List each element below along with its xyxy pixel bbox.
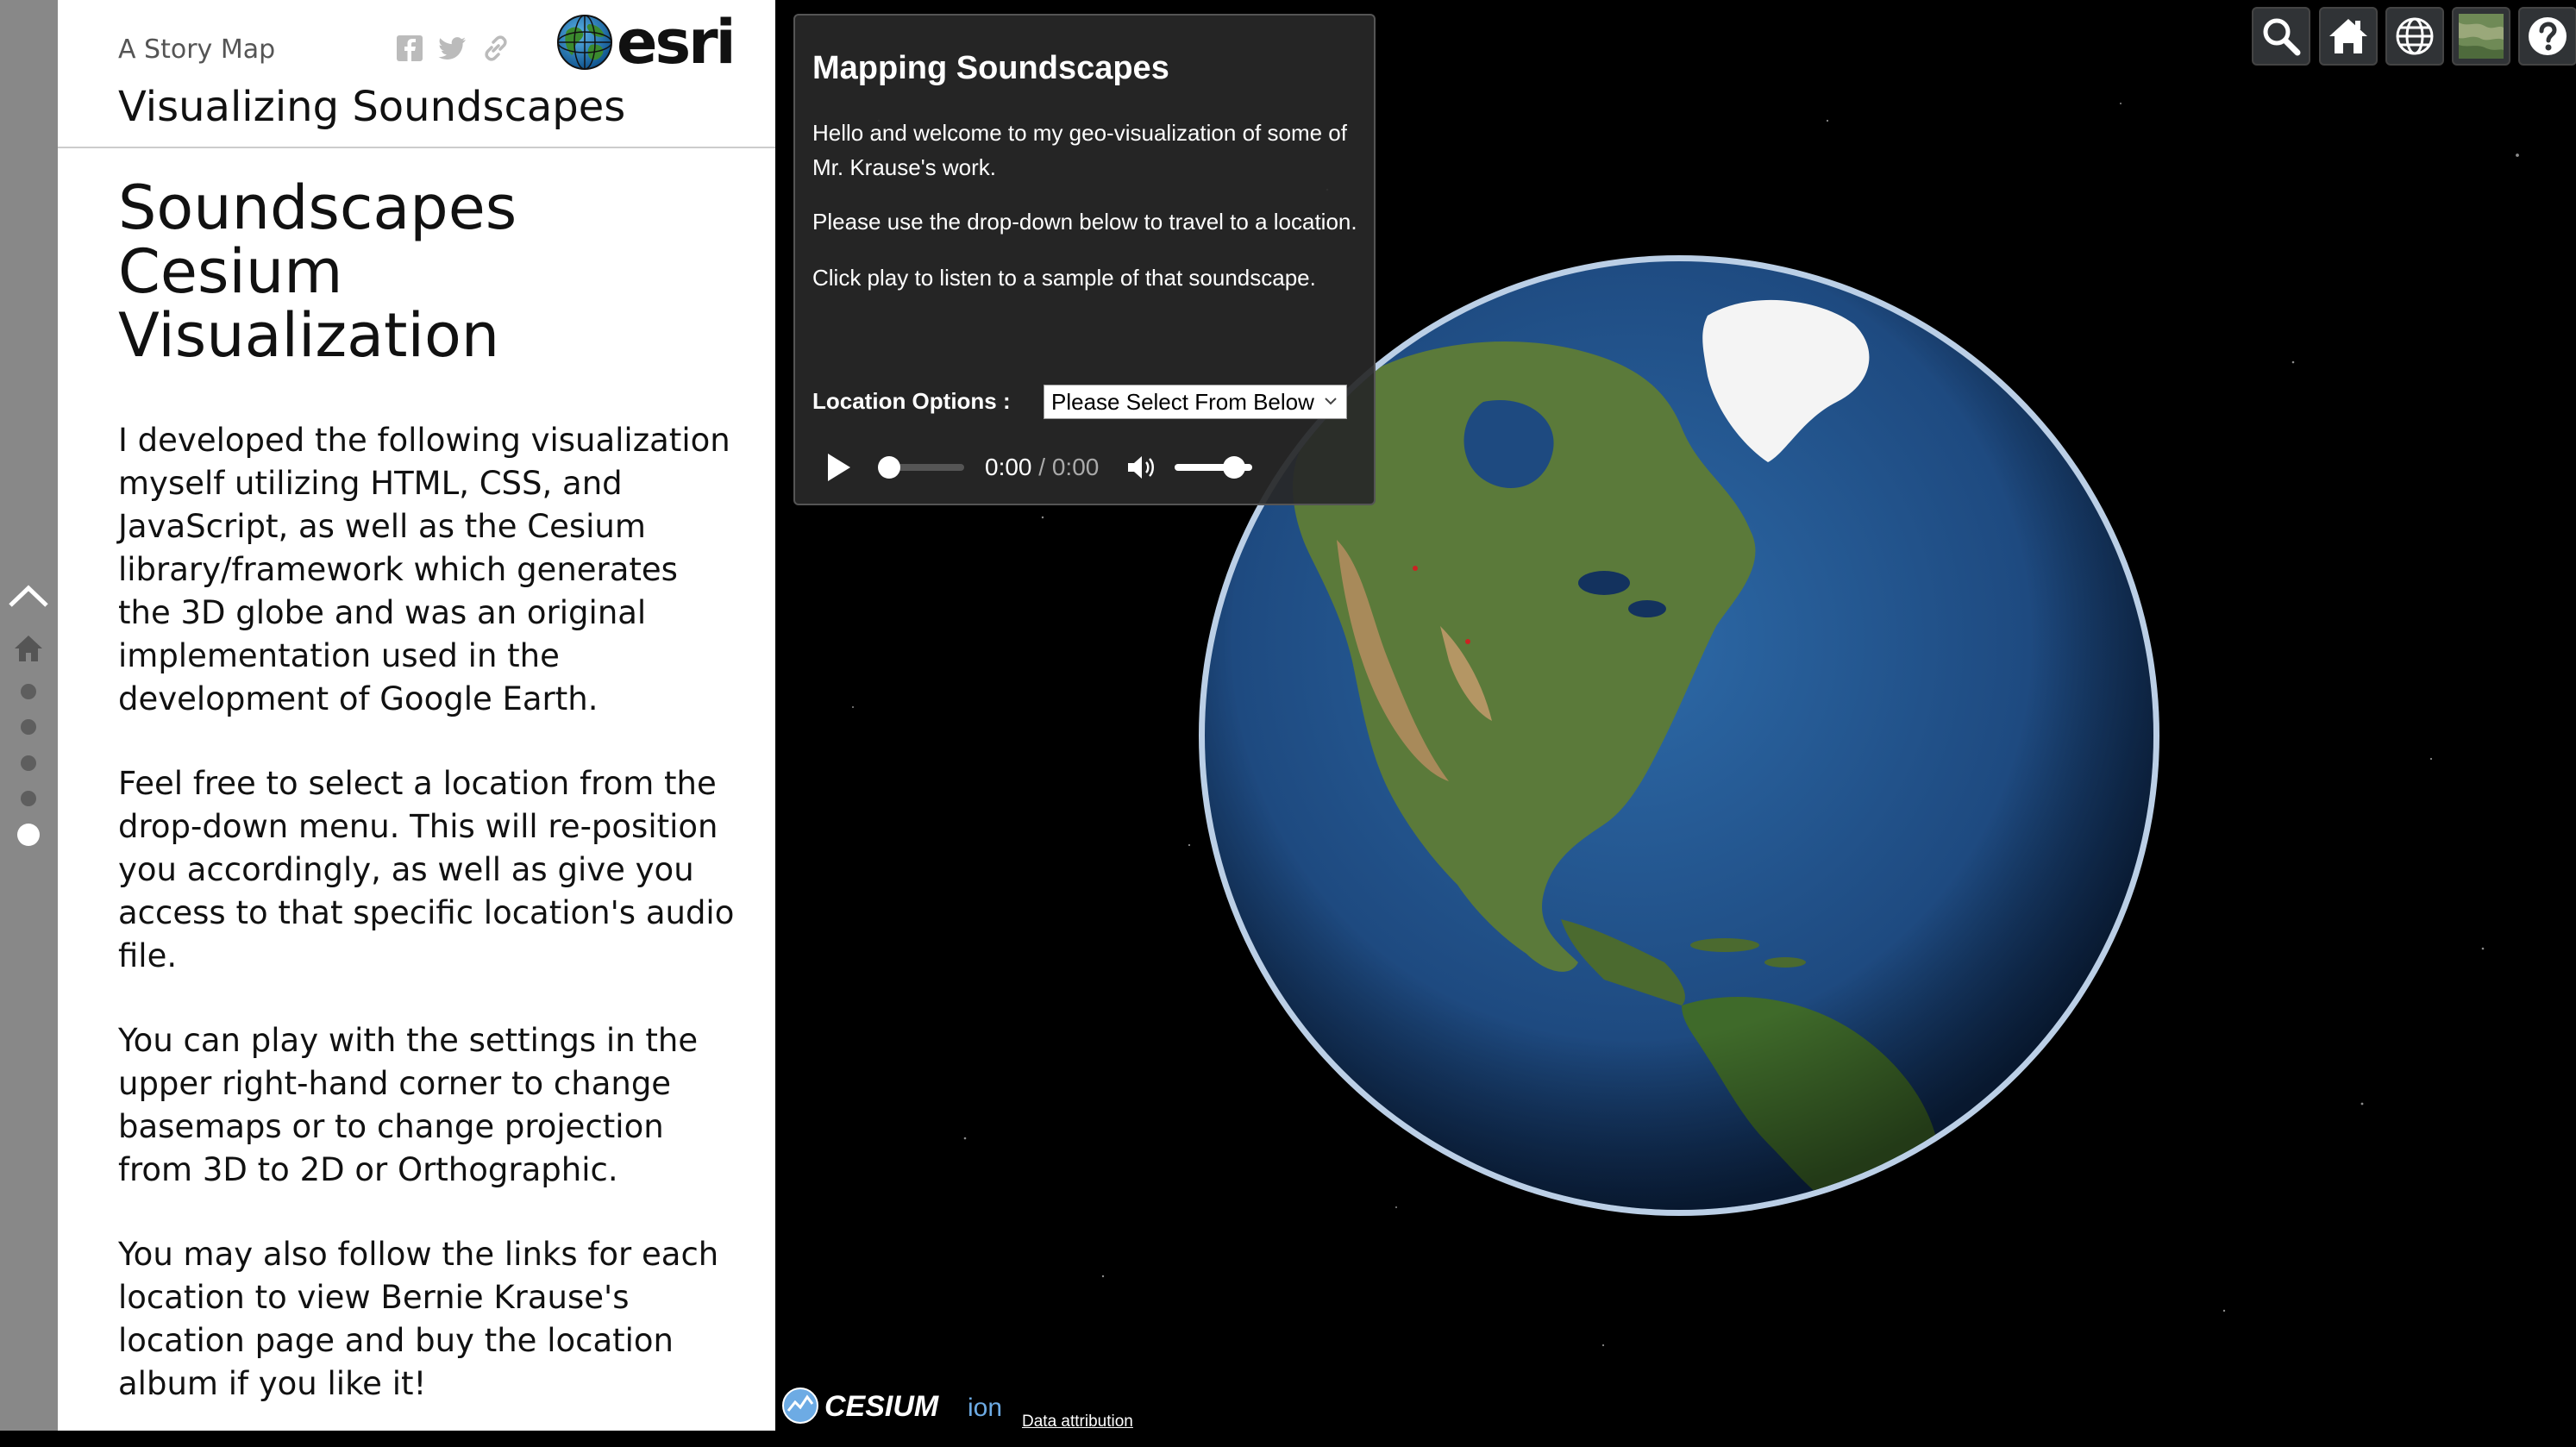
paragraph-4: You may also follow the links for each l… — [118, 1236, 719, 1402]
facebook-icon[interactable] — [394, 33, 425, 64]
location-select[interactable]: Please Select From Below — [1044, 385, 1347, 419]
globe-icon — [2396, 17, 2434, 55]
link-icon[interactable] — [480, 33, 511, 64]
story-nav-rail — [0, 0, 58, 1431]
home-icon — [2329, 19, 2367, 53]
basemap-picker-button[interactable] — [2452, 7, 2510, 66]
paragraph-2: Feel free to select a location from the … — [118, 765, 735, 974]
esri-wordmark: esri — [617, 7, 736, 78]
ion-logo-text: ion — [968, 1394, 1002, 1422]
home-icon[interactable] — [13, 633, 44, 664]
nav-dot-1[interactable] — [21, 684, 36, 699]
scene-mode-button[interactable] — [2385, 7, 2444, 66]
location-select-value: Please Select From Below — [1051, 389, 1314, 415]
card-message-3: Click play to listen to a sample of that… — [812, 265, 1316, 291]
esri-globe-icon — [557, 15, 612, 70]
volume-icon[interactable] — [1126, 454, 1157, 481]
twitter-icon[interactable] — [437, 33, 468, 64]
card-message-1: Hello and welcome to my geo-visualizatio… — [812, 120, 1347, 180]
nav-dot-3[interactable] — [21, 755, 36, 771]
help-icon — [2529, 17, 2567, 55]
nav-dot-2[interactable] — [21, 719, 36, 735]
card-message-2: Please use the drop-down below to travel… — [812, 209, 1357, 235]
play-icon[interactable] — [812, 442, 864, 493]
nav-dot-5-active[interactable] — [17, 824, 40, 846]
esri-logo[interactable]: esri — [556, 7, 736, 78]
location-marker — [1465, 639, 1470, 644]
cesium-credits: CESIUM ion Data attribution — [776, 1378, 1138, 1431]
story-header: A Story Map esri Visualizing Soundscapes — [58, 0, 775, 148]
paragraph-1: I developed the following visualization … — [118, 422, 730, 717]
story-panel: A Story Map esri Visualizing Soundscapes… — [58, 0, 775, 1431]
paragraph-3: You can play with the settings in the up… — [118, 1022, 699, 1188]
card-title: Mapping Soundscapes — [812, 50, 1169, 86]
story-content: Soundscapes Cesium Visualization I devel… — [118, 176, 739, 1447]
chevron-down-icon — [1325, 398, 1337, 405]
info-card: Mapping Soundscapes Hello and welcome to… — [793, 14, 1376, 505]
audio-progress-thumb[interactable] — [878, 456, 900, 479]
home-button[interactable] — [2319, 7, 2378, 66]
section-heading: Soundscapes Cesium Visualization — [118, 172, 517, 371]
location-marker — [1413, 566, 1418, 571]
chevron-up-icon[interactable] — [7, 579, 50, 614]
audio-duration: 0:00 — [1051, 454, 1100, 480]
volume-thumb[interactable] — [1223, 456, 1245, 479]
cesium-logo-text: CESIUM — [824, 1390, 939, 1423]
nav-dot-4[interactable] — [21, 791, 36, 806]
basemap-icon — [2459, 14, 2504, 59]
search-button[interactable] — [2252, 7, 2310, 66]
cesium-ion-logo[interactable]: CESIUM ion — [780, 1383, 1012, 1426]
search-icon — [2263, 18, 2301, 56]
audio-player[interactable]: 0:00 / 0:00 — [812, 442, 1295, 493]
help-button[interactable] — [2518, 7, 2576, 66]
data-attribution-link[interactable]: Data attribution — [1022, 1413, 1133, 1431]
audio-current-time: 0:00 — [985, 454, 1032, 480]
audio-time: 0:00 / 0:00 — [985, 454, 1099, 481]
audio-time-separator: / — [1031, 454, 1052, 480]
story-title: Visualizing Soundscapes — [118, 83, 626, 131]
location-options-label: Location Options : — [812, 388, 1011, 414]
story-kicker: A Story Map — [118, 34, 276, 65]
